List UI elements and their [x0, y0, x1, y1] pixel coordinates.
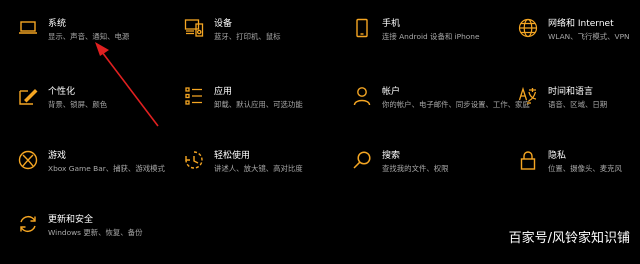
setting-description: 你的帐户、电子邮件、同步设置、工作、家庭	[382, 100, 530, 109]
setting-title: 时间和语言	[548, 87, 594, 97]
setting-description: WLAN、飞行模式、VPN	[548, 32, 630, 41]
setting-title: 轻松使用	[214, 151, 251, 161]
setting-title: 系统	[48, 19, 67, 29]
lock-icon	[518, 150, 538, 170]
setting-title: 设备	[214, 19, 233, 29]
update-icon	[18, 214, 38, 234]
setting-title: 搜索	[382, 151, 401, 161]
search-icon	[352, 150, 372, 170]
setting-description: Windows 更新、恢复、备份	[48, 228, 143, 237]
setting-title: 帐户	[382, 87, 401, 97]
setting-apps[interactable]: 应用 卸载、默认应用、可选功能	[184, 86, 334, 136]
setting-gaming[interactable]: 游戏 Xbox Game Bar、捕获、游戏模式	[18, 150, 168, 200]
setting-accounts[interactable]: 帐户 你的帐户、电子邮件、同步设置、工作、家庭	[352, 86, 530, 136]
setting-title: 应用	[214, 87, 233, 97]
setting-title: 游戏	[48, 151, 67, 161]
ease-of-access-icon	[184, 150, 204, 170]
setting-description: 讲述人、放大镜、高对比度	[214, 164, 303, 173]
setting-privacy[interactable]: 隐私 位置、摄像头、麦克风	[518, 150, 640, 200]
setting-devices[interactable]: 设备 蓝牙、打印机、鼠标	[184, 18, 334, 68]
setting-phone[interactable]: 手机 连接 Android 设备和 iPhone	[352, 18, 502, 68]
personalization-icon	[18, 86, 38, 106]
apps-list-icon	[184, 86, 204, 106]
setting-time-language[interactable]: 时间和语言 语音、区域、日期	[518, 86, 640, 136]
setting-title: 个性化	[48, 87, 76, 97]
person-icon	[352, 86, 372, 106]
setting-title: 手机	[382, 19, 401, 29]
setting-description: 位置、摄像头、麦克风	[548, 164, 622, 173]
setting-title: 网络和 Internet	[548, 19, 614, 29]
phone-icon	[352, 18, 372, 38]
globe-icon	[518, 18, 538, 38]
setting-network[interactable]: 网络和 Internet WLAN、飞行模式、VPN	[518, 18, 640, 68]
setting-ease-of-access[interactable]: 轻松使用 讲述人、放大镜、高对比度	[184, 150, 334, 200]
laptop-icon	[18, 18, 38, 38]
setting-description: 背景、锁屏、颜色	[48, 100, 108, 109]
setting-description: 显示、声音、通知、电源	[48, 32, 130, 41]
setting-title: 隐私	[548, 151, 567, 161]
setting-description: 蓝牙、打印机、鼠标	[214, 32, 281, 41]
setting-title: 更新和安全	[48, 215, 94, 225]
setting-search[interactable]: 搜索 查找我的文件、权限	[352, 150, 502, 200]
setting-system[interactable]: 系统 显示、声音、通知、电源	[18, 18, 168, 68]
xbox-icon	[18, 150, 38, 170]
watermark: 百家号/风铃家知识铺	[508, 231, 630, 246]
time-language-icon	[518, 86, 538, 106]
setting-description: 连接 Android 设备和 iPhone	[382, 32, 480, 41]
setting-description: 卸载、默认应用、可选功能	[214, 100, 303, 109]
setting-description: 查找我的文件、权限	[382, 164, 449, 173]
setting-description: 语音、区域、日期	[548, 100, 608, 109]
setting-personalization[interactable]: 个性化 背景、锁屏、颜色	[18, 86, 168, 136]
devices-icon	[184, 18, 204, 38]
setting-description: Xbox Game Bar、捕获、游戏模式	[48, 164, 165, 173]
